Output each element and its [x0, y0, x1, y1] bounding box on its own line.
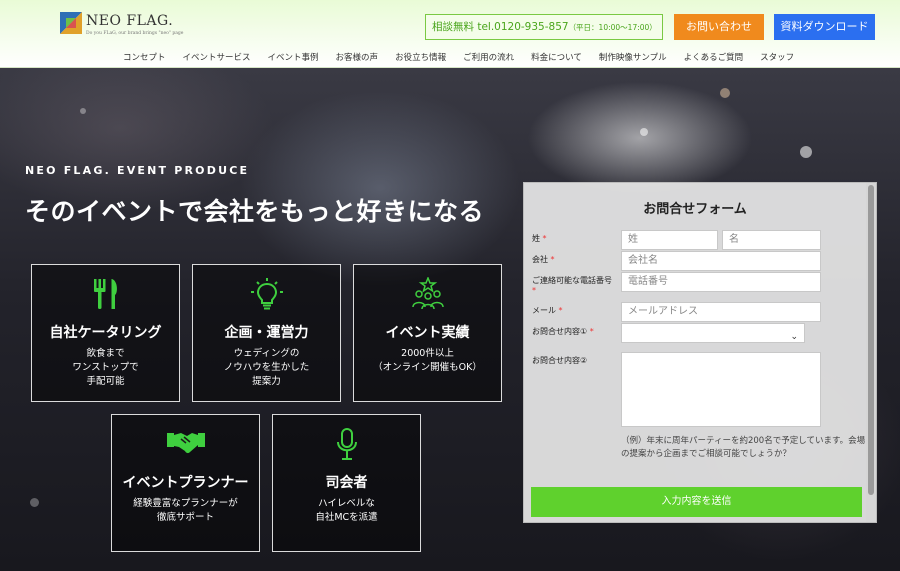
last-name-input[interactable]: 姓 — [621, 230, 718, 250]
email-input[interactable]: メールアドレス — [621, 302, 821, 322]
site-header: NEO FLAG. Do you FLaG, our brand brings … — [0, 0, 900, 68]
phone-input[interactable]: 電話番号 — [621, 272, 821, 292]
bokeh-light — [80, 108, 86, 114]
submit-button[interactable]: 入力内容を送信 — [531, 487, 862, 517]
feature-desc: 経験豊富なプランナーが 徹底サポート — [133, 498, 238, 523]
logo-tagline: Do you FLaG, our brand brings "neo" page — [86, 31, 184, 36]
required-mark: * — [589, 327, 594, 336]
feature-card-track-record: イベント実績 2000件以上 （オンライン開催もOK） — [353, 264, 502, 402]
inquiry1-select[interactable]: ⌄ — [621, 323, 805, 343]
company-input[interactable]: 会社名 — [621, 251, 821, 271]
phone-consult-label: 相談無料 tel.0120-935-857 — [432, 21, 569, 33]
required-mark: * — [558, 306, 563, 315]
nav-staff[interactable]: スタッフ — [752, 51, 803, 65]
logo-mark-icon — [60, 12, 82, 34]
chevron-down-icon: ⌄ — [790, 332, 798, 342]
site-logo[interactable]: NEO FLAG. Do you FLaG, our brand brings … — [60, 12, 183, 38]
required-mark: * — [542, 234, 547, 243]
inquiry1-label: お問合せ内容① * — [532, 327, 594, 336]
feature-card-planner: イベントプランナー 経験豊富なプランナーが 徹底サポート — [111, 414, 260, 552]
bokeh-light — [640, 128, 648, 136]
required-mark: * — [550, 255, 555, 264]
form-scrollbar[interactable] — [866, 183, 876, 522]
bokeh-light — [800, 146, 812, 158]
nav-video-samples[interactable]: 制作映像サンプル — [591, 51, 676, 65]
hero-headline: そのイベントで会社をもっと好きになる — [25, 197, 485, 226]
inquiry-example-hint: （例）年末に周年パーティーを約200名で予定しています。会場の提案から企画までご… — [621, 436, 866, 459]
feature-card-catering: 自社ケータリング 飲食まで ワンストップで 手配可能 — [31, 264, 180, 402]
required-mark: * — [532, 286, 536, 295]
nav-flow[interactable]: ご利用の流れ — [455, 51, 523, 65]
first-name-input[interactable]: 名 — [722, 230, 821, 250]
name-label: 姓 * — [532, 234, 547, 243]
inquiry2-label: お問合せ内容② — [532, 356, 588, 365]
feature-title: 企画・運営力 — [224, 325, 309, 341]
bokeh-light — [30, 498, 39, 507]
team-star-icon — [411, 277, 444, 310]
form-title: お問合せフォーム — [643, 202, 747, 217]
feature-title: 自社ケータリング — [49, 325, 162, 341]
phone-label: ご連絡可能な電話番号 * — [532, 276, 612, 295]
main-nav: コンセプト イベントサービス イベント事例 お客様の声 お役立ち情報 ご利用の流… — [115, 51, 803, 65]
contact-button[interactable]: お問い合わせ — [674, 14, 764, 40]
inquiry2-textarea[interactable] — [621, 352, 821, 427]
feature-card-planning: 企画・運営力 ウェディングの ノウハウを生かした 提案力 — [192, 264, 341, 402]
nav-event-services[interactable]: イベントサービス — [175, 51, 260, 65]
feature-title: 司会者 — [325, 475, 368, 491]
hero-eyebrow: NEO FLAG. EVENT PRODUCE — [25, 164, 250, 177]
company-label: 会社 * — [532, 255, 555, 264]
nav-faq[interactable]: よくあるご質問 — [676, 51, 753, 65]
nav-event-cases[interactable]: イベント事例 — [260, 51, 328, 65]
feature-desc: 2000件以上 （オンライン開催もOK） — [373, 348, 482, 373]
microphone-icon — [336, 428, 357, 460]
feature-card-mc: 司会者 ハイレベルな 自社MCを派遣 — [272, 414, 421, 552]
bokeh-light — [720, 88, 730, 98]
feature-desc: 飲食まで ワンストップで 手配可能 — [72, 348, 139, 387]
logo-text: NEO FLAG. — [86, 13, 174, 29]
nav-concept[interactable]: コンセプト — [115, 51, 175, 65]
fork-knife-icon — [93, 279, 117, 309]
phone-consult-box[interactable]: 相談無料 tel.0120-935-857（平日：10:00〜17:00） — [425, 14, 663, 40]
nav-pricing[interactable]: 料金について — [523, 51, 591, 65]
download-materials-button[interactable]: 資料ダウンロード — [774, 14, 875, 40]
email-label: メール * — [532, 306, 563, 315]
nav-testimonials[interactable]: お客様の声 — [328, 51, 388, 65]
phone-hours: （平日：10:00〜17:00） — [568, 23, 657, 32]
contact-form: お問合せフォーム 姓 * 姓 名 会社 * 会社名 ご連絡可能な電話番号 * 電話… — [523, 182, 877, 523]
feature-title: イベントプランナー — [122, 475, 249, 491]
handshake-icon — [166, 433, 205, 454]
feature-desc: ウェディングの ノウハウを生かした 提案力 — [223, 348, 310, 387]
feature-title: イベント実績 — [385, 325, 470, 341]
feature-desc: ハイレベルな 自社MCを派遣 — [315, 498, 378, 523]
lightbulb-icon — [250, 278, 283, 310]
nav-useful-info[interactable]: お役立ち情報 — [387, 51, 455, 65]
